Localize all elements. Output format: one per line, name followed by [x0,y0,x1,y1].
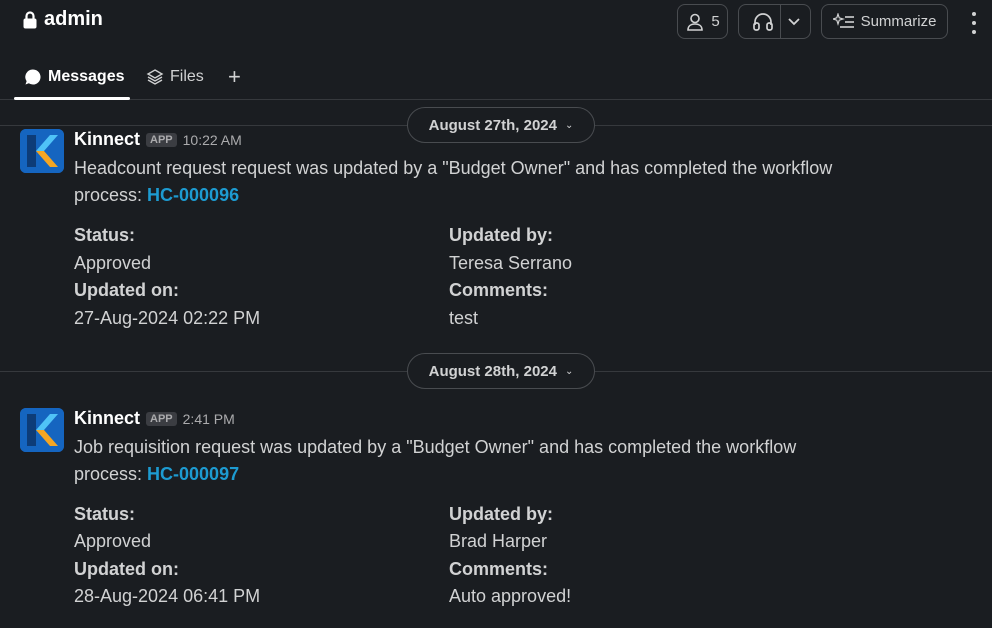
chevron-down-icon[interactable] [787,17,801,27]
tab-messages[interactable]: Messages [24,64,125,90]
headphones-icon [753,12,773,31]
message-header: Kinnect APP 10:22 AM [74,129,242,150]
updated-on-value: 27-Aug-2024 02:22 PM [74,308,261,328]
summarize-button[interactable]: Summarize [821,4,948,39]
kinnect-avatar[interactable] [20,408,64,452]
summarize-label: Summarize [860,13,937,30]
sender-name[interactable]: Kinnect [74,129,140,150]
add-tab-button[interactable]: + [228,64,241,90]
date-separator-button[interactable]: August 28th, 2024 ⌄ [407,353,595,389]
status-value: Approved [74,253,152,273]
huddle-button[interactable] [738,4,811,39]
tab-files[interactable]: Files [146,64,204,90]
sender-name[interactable]: Kinnect [74,408,140,429]
updated-on-value: 28-Aug-2024 06:41 PM [74,586,261,606]
app-badge: APP [146,412,177,426]
updated-by-value: Brad Harper [449,531,548,551]
comments-value: Auto approved! [449,586,572,606]
channel-header: admin 5 Summarize [0,0,992,44]
member-count: 5 [711,13,720,30]
active-tab-indicator [14,97,130,100]
comments-label: Comments: [449,559,549,579]
comments-value: test [449,308,479,328]
comments-label: Comments: [449,280,549,300]
channel-name: admin [44,8,103,30]
chevron-down-icon: ⌄ [564,365,574,377]
message-text: Job requisition request was updated by a… [74,437,797,484]
kinnect-logo-icon [20,129,64,173]
kinnect-avatar[interactable] [20,129,64,173]
timestamp[interactable]: 10:22 AM [183,132,242,148]
updated-on-label: Updated on: [74,280,179,300]
request-link[interactable]: HC-000096 [147,185,239,205]
kebab-icon[interactable] [966,10,982,36]
status-label: Status: [74,225,136,245]
plus-icon: + [228,64,241,89]
updated-by-label: Updated by: [449,225,554,245]
updated-on-label: Updated on: [74,559,179,579]
person-icon [687,13,704,31]
updated-by-label: Updated by: [449,504,554,524]
request-link[interactable]: HC-000097 [147,464,239,484]
members-button[interactable]: 5 [677,4,728,39]
updated-by-value: Teresa Serrano [449,253,573,273]
huddle-divider [780,5,781,38]
layers-icon [146,69,164,85]
message-item: Kinnect APP 10:22 AM Headcount request r… [0,129,992,339]
status-label: Status: [74,504,136,524]
channel-tabs: Messages Files + [0,56,992,100]
message-item: Kinnect APP 2:41 PM Job requisition requ… [0,408,992,618]
chat-bubble-icon [25,69,41,85]
timestamp[interactable]: 2:41 PM [183,411,235,427]
status-value: Approved [74,531,152,551]
lock-icon [23,10,37,28]
message-text: Headcount request request was updated by… [74,158,833,205]
sparkle-list-icon [832,12,854,28]
channel-title[interactable]: admin [22,8,103,31]
app-badge: APP [146,133,177,147]
kinnect-logo-icon [20,408,64,452]
message-header: Kinnect APP 2:41 PM [74,408,235,429]
